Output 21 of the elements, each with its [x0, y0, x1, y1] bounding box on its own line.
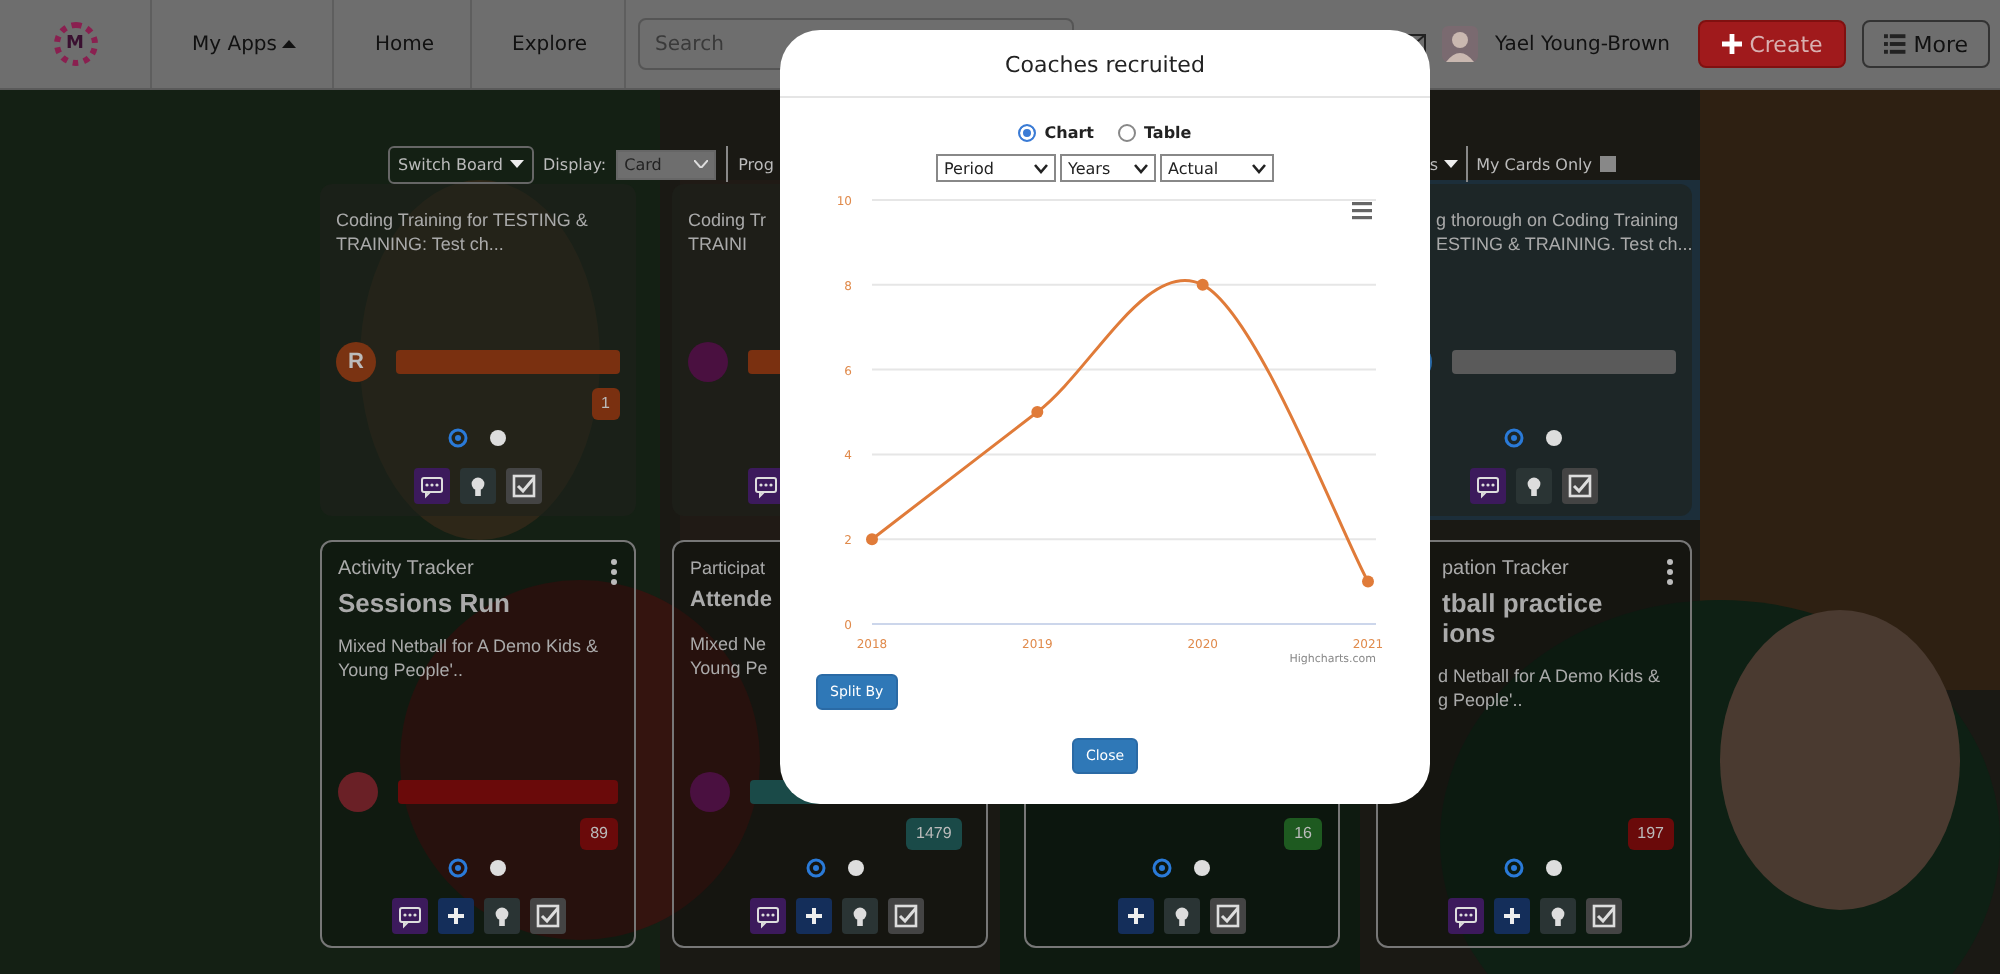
card-description: Mixed Netball for A Demo Kids & Young People'..: [338, 634, 599, 682]
tracker-label: Activity Tracker: [338, 558, 476, 580]
count-badge: 197: [1627, 818, 1674, 850]
my-cards-only-label: My Cards Only: [1476, 155, 1592, 173]
card-description: Coding Training for TESTING & TRAINING: Test ch...: [336, 208, 588, 256]
card-title: Sessions Run: [338, 588, 510, 618]
card-description: d Netball for A Demo Kids & g People'..: [1436, 664, 1661, 712]
card-description: Mixed Ne Young Pe: [690, 632, 768, 680]
dialog-title: Coaches recruited: [780, 30, 1430, 98]
card-title: Attende: [690, 586, 772, 616]
card-description: g thorough on Coding Training ESTING & TRAINING. Test ch...: [1434, 208, 1693, 256]
count-badge: 1479: [906, 818, 962, 850]
count-badge: 89: [580, 818, 618, 850]
tracker-label: Participat: [690, 558, 768, 578]
filter-label: Prog: [738, 155, 774, 173]
tracker-label: pation Tracker: [1440, 558, 1571, 580]
count-badge: 16: [1284, 818, 1322, 850]
count-badge: 1: [591, 388, 620, 420]
display-label: Display:: [543, 155, 607, 173]
card-title: tball practice ions: [1440, 588, 1603, 648]
card-description: Coding Tr TRAINI: [688, 208, 767, 256]
